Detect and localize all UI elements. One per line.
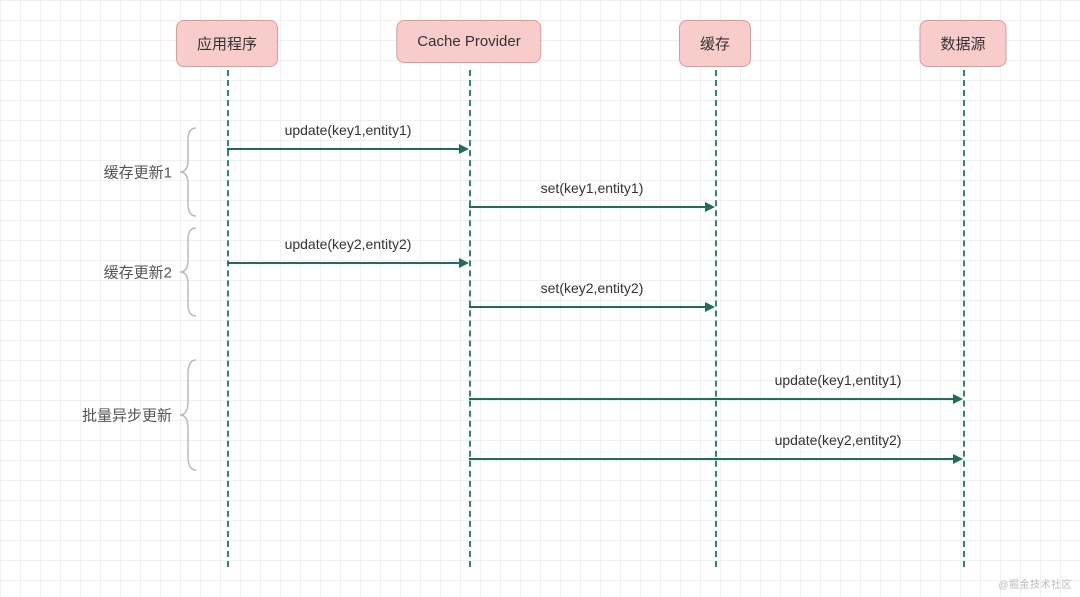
brace-label-2: 缓存更新2 bbox=[104, 262, 172, 283]
message-arrow-batch-update-key2 bbox=[469, 458, 961, 460]
participant-app: 应用程序 bbox=[176, 20, 278, 67]
message-label-set-key2: set(key2,entity2) bbox=[541, 280, 644, 296]
brace-label-1: 缓存更新1 bbox=[104, 162, 172, 183]
message-arrow-update-key2 bbox=[227, 262, 467, 264]
lifeline-cache-provider bbox=[469, 70, 471, 567]
brace-3 bbox=[180, 360, 198, 473]
message-label-set-key1: set(key1,entity1) bbox=[541, 180, 644, 196]
message-arrow-set-key2 bbox=[469, 306, 713, 308]
brace-2 bbox=[180, 228, 198, 319]
brace-label-3: 批量异步更新 bbox=[82, 405, 172, 426]
message-label-batch-update-key1: update(key1,entity1) bbox=[775, 372, 902, 388]
message-label-update-key1: update(key1,entity1) bbox=[285, 122, 412, 138]
message-arrow-set-key1 bbox=[469, 206, 713, 208]
message-arrow-update-key1 bbox=[227, 148, 467, 150]
participant-cache-provider: Cache Provider bbox=[396, 20, 541, 63]
message-label-update-key2: update(key2,entity2) bbox=[285, 236, 412, 252]
lifeline-datasource bbox=[963, 70, 965, 567]
message-arrow-batch-update-key1 bbox=[469, 398, 961, 400]
participant-cache: 缓存 bbox=[679, 20, 751, 67]
participant-datasource: 数据源 bbox=[919, 20, 1006, 67]
background-grid bbox=[0, 0, 1080, 597]
watermark: @掘金技术社区 bbox=[998, 576, 1072, 591]
lifeline-cache bbox=[715, 70, 717, 567]
lifeline-app bbox=[227, 70, 229, 567]
message-label-batch-update-key2: update(key2,entity2) bbox=[775, 432, 902, 448]
brace-1 bbox=[180, 128, 198, 219]
